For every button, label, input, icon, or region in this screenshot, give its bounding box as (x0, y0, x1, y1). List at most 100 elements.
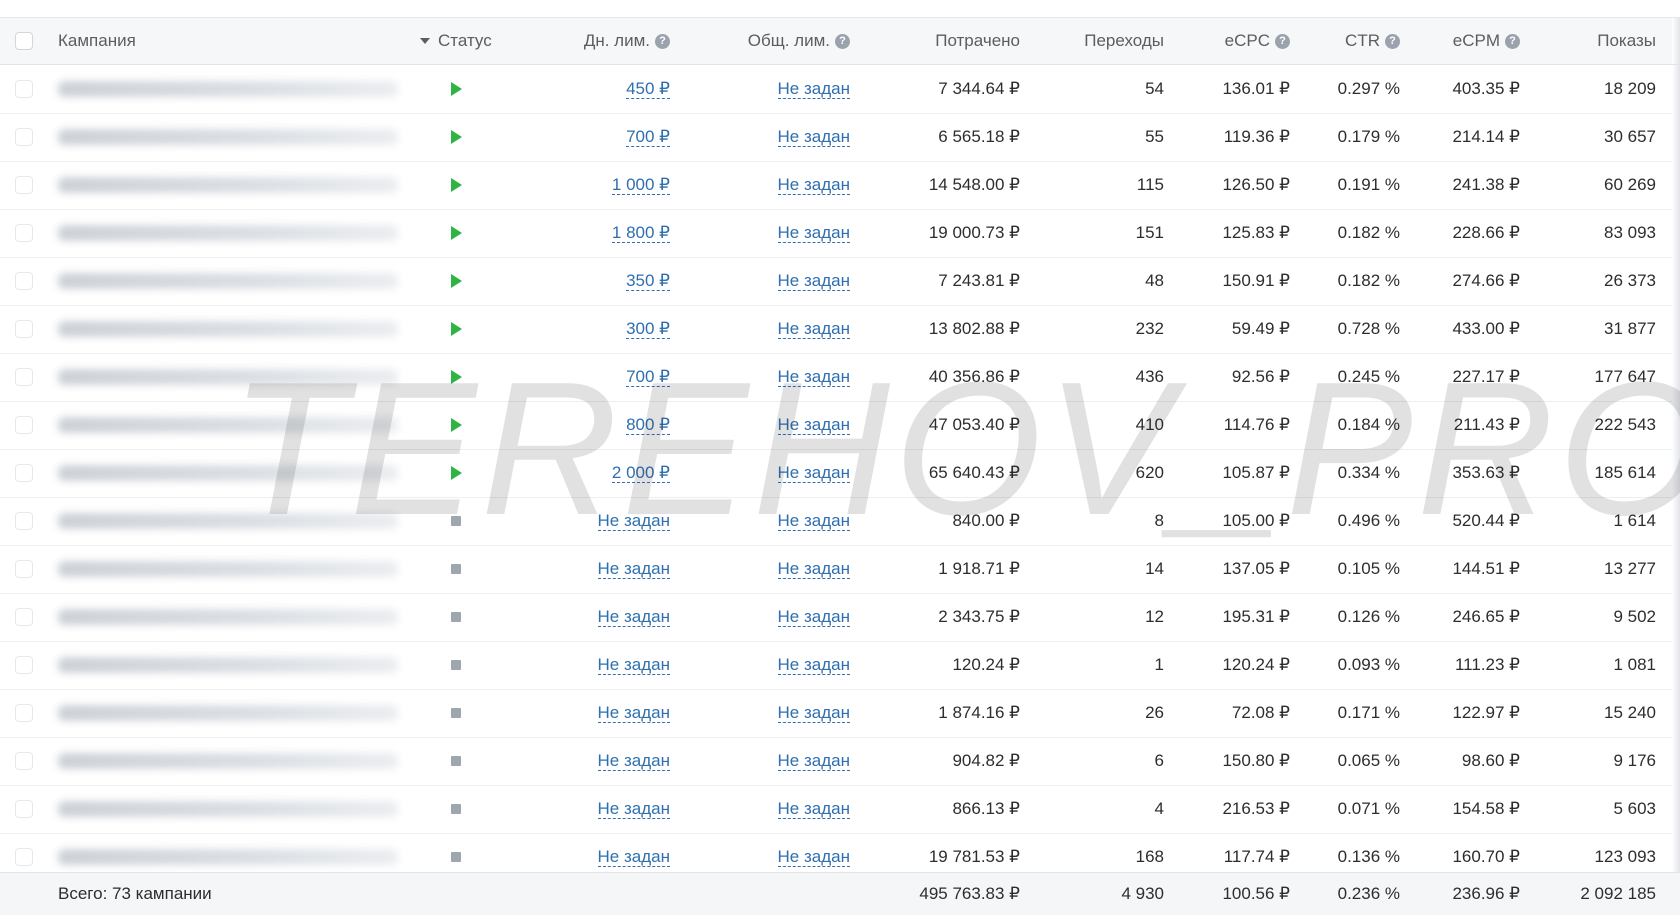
help-icon[interactable]: ? (1275, 33, 1290, 49)
status-cell[interactable] (436, 449, 476, 497)
table-row[interactable]: 2 000 ₽ Не задан 65 640.43 ₽ 620 105.87 ₽ 0.3… (0, 449, 1680, 498)
campaign-name[interactable] (58, 353, 398, 401)
row-checkbox[interactable] (15, 512, 33, 530)
table-row[interactable]: Не задан Не задан 904.82 ₽ 6 150.80 ₽ 0.065 %… (0, 737, 1680, 786)
row-checkbox-cell[interactable] (14, 209, 34, 257)
campaign-name[interactable] (58, 497, 398, 545)
row-checkbox-cell[interactable] (14, 113, 34, 161)
status-cell[interactable] (436, 113, 476, 161)
total-limit-link[interactable]: Не задан (777, 607, 850, 627)
table-row[interactable]: 700 ₽ Не задан 40 356.86 ₽ 436 92.56 ₽ 0.245 … (0, 353, 1680, 402)
total-limit-link[interactable]: Не задан (777, 559, 850, 579)
header-ecpm[interactable]: eCPM ? (1410, 18, 1520, 64)
row-checkbox[interactable] (15, 128, 33, 146)
row-checkbox[interactable] (15, 464, 33, 482)
status-cell[interactable] (436, 65, 476, 113)
header-campaign[interactable]: Кампания (58, 18, 358, 64)
total-limit-link[interactable]: Не задан (777, 751, 850, 771)
campaign-name[interactable] (58, 449, 398, 497)
help-icon[interactable]: ? (1385, 33, 1400, 49)
total-limit-link[interactable]: Не задан (777, 703, 850, 723)
row-checkbox[interactable] (15, 848, 33, 866)
row-checkbox-cell[interactable] (14, 545, 34, 593)
row-checkbox-cell[interactable] (14, 401, 34, 449)
row-checkbox[interactable] (15, 416, 33, 434)
total-limit-link[interactable]: Не задан (777, 847, 850, 867)
status-cell[interactable] (436, 209, 476, 257)
daily-limit-link[interactable]: Не задан (597, 559, 670, 579)
header-impressions[interactable]: Показы (1530, 18, 1656, 64)
total-limit-link[interactable]: Не задан (777, 367, 850, 387)
header-spent[interactable]: Потрачено (880, 18, 1020, 64)
campaign-name[interactable] (58, 737, 398, 785)
status-cell[interactable] (436, 305, 476, 353)
table-row[interactable]: Не задан Не задан 840.00 ₽ 8 105.00 ₽ 0.496 %… (0, 497, 1680, 546)
row-checkbox[interactable] (15, 368, 33, 386)
total-limit-link[interactable]: Не задан (777, 271, 850, 291)
daily-limit-link[interactable]: Не задан (597, 799, 670, 819)
row-checkbox[interactable] (15, 272, 33, 290)
row-checkbox-cell[interactable] (14, 641, 34, 689)
help-icon[interactable]: ? (1505, 33, 1520, 49)
total-limit-link[interactable]: Не задан (777, 223, 850, 243)
daily-limit-link[interactable]: 700 ₽ (626, 367, 670, 387)
daily-limit-link[interactable]: Не задан (597, 847, 670, 867)
campaign-name[interactable] (58, 209, 398, 257)
status-cell[interactable] (436, 641, 476, 689)
row-checkbox-cell[interactable] (14, 737, 34, 785)
total-limit-link[interactable]: Не задан (777, 319, 850, 339)
row-checkbox[interactable] (15, 656, 33, 674)
header-ctr[interactable]: CTR ? (1300, 18, 1400, 64)
status-cell[interactable] (436, 689, 476, 737)
table-row[interactable]: Не задан Не задан 120.24 ₽ 1 120.24 ₽ 0.093 %… (0, 641, 1680, 690)
row-checkbox[interactable] (15, 176, 33, 194)
total-limit-link[interactable]: Не задан (777, 655, 850, 675)
row-checkbox-cell[interactable] (14, 593, 34, 641)
table-row[interactable]: Не задан Не задан 2 343.75 ₽ 12 195.31 ₽ 0.12… (0, 593, 1680, 642)
daily-limit-link[interactable]: 450 ₽ (626, 79, 670, 99)
table-row[interactable]: Не задан Не задан 1 918.71 ₽ 14 137.05 ₽ 0.10… (0, 545, 1680, 594)
status-cell[interactable] (436, 593, 476, 641)
row-checkbox-cell[interactable] (14, 65, 34, 113)
row-checkbox[interactable] (15, 800, 33, 818)
daily-limit-link[interactable]: Не задан (597, 607, 670, 627)
row-checkbox-cell[interactable] (14, 305, 34, 353)
campaign-name[interactable] (58, 689, 398, 737)
status-cell[interactable] (436, 257, 476, 305)
select-all-checkbox-cell[interactable] (14, 18, 34, 64)
daily-limit-link[interactable]: 700 ₽ (626, 127, 670, 147)
row-checkbox[interactable] (15, 704, 33, 722)
total-limit-link[interactable]: Не задан (777, 415, 850, 435)
status-cell[interactable] (436, 497, 476, 545)
campaign-name[interactable] (58, 545, 398, 593)
daily-limit-link[interactable]: Не задан (597, 703, 670, 723)
table-row[interactable]: Не задан Не задан 866.13 ₽ 4 216.53 ₽ 0.071 %… (0, 785, 1680, 834)
total-limit-link[interactable]: Не задан (777, 127, 850, 147)
campaign-name[interactable] (58, 785, 398, 833)
daily-limit-link[interactable]: Не задан (597, 751, 670, 771)
campaign-name[interactable] (58, 257, 398, 305)
table-row[interactable]: 450 ₽ Не задан 7 344.64 ₽ 54 136.01 ₽ 0.297 %… (0, 65, 1680, 114)
campaign-name[interactable] (58, 401, 398, 449)
header-ecpc[interactable]: eCPC ? (1180, 18, 1290, 64)
table-row[interactable]: 1 800 ₽ Не задан 19 000.73 ₽ 151 125.83 ₽ 0.1… (0, 209, 1680, 258)
campaign-name[interactable] (58, 593, 398, 641)
total-limit-link[interactable]: Не задан (777, 511, 850, 531)
status-cell[interactable] (436, 737, 476, 785)
row-checkbox-cell[interactable] (14, 353, 34, 401)
row-checkbox[interactable] (15, 560, 33, 578)
row-checkbox-cell[interactable] (14, 785, 34, 833)
campaign-name[interactable] (58, 161, 398, 209)
campaign-name[interactable] (58, 113, 398, 161)
daily-limit-link[interactable]: 300 ₽ (626, 319, 670, 339)
help-icon[interactable]: ? (835, 33, 850, 49)
row-checkbox-cell[interactable] (14, 497, 34, 545)
daily-limit-link[interactable]: 800 ₽ (626, 415, 670, 435)
row-checkbox-cell[interactable] (14, 161, 34, 209)
daily-limit-link[interactable]: 2 000 ₽ (611, 463, 670, 483)
daily-limit-link[interactable]: 350 ₽ (626, 271, 670, 291)
row-checkbox-cell[interactable] (14, 257, 34, 305)
header-total-limit[interactable]: Общ. лим. ? (700, 18, 850, 64)
total-limit-link[interactable]: Не задан (777, 463, 850, 483)
row-checkbox[interactable] (15, 752, 33, 770)
